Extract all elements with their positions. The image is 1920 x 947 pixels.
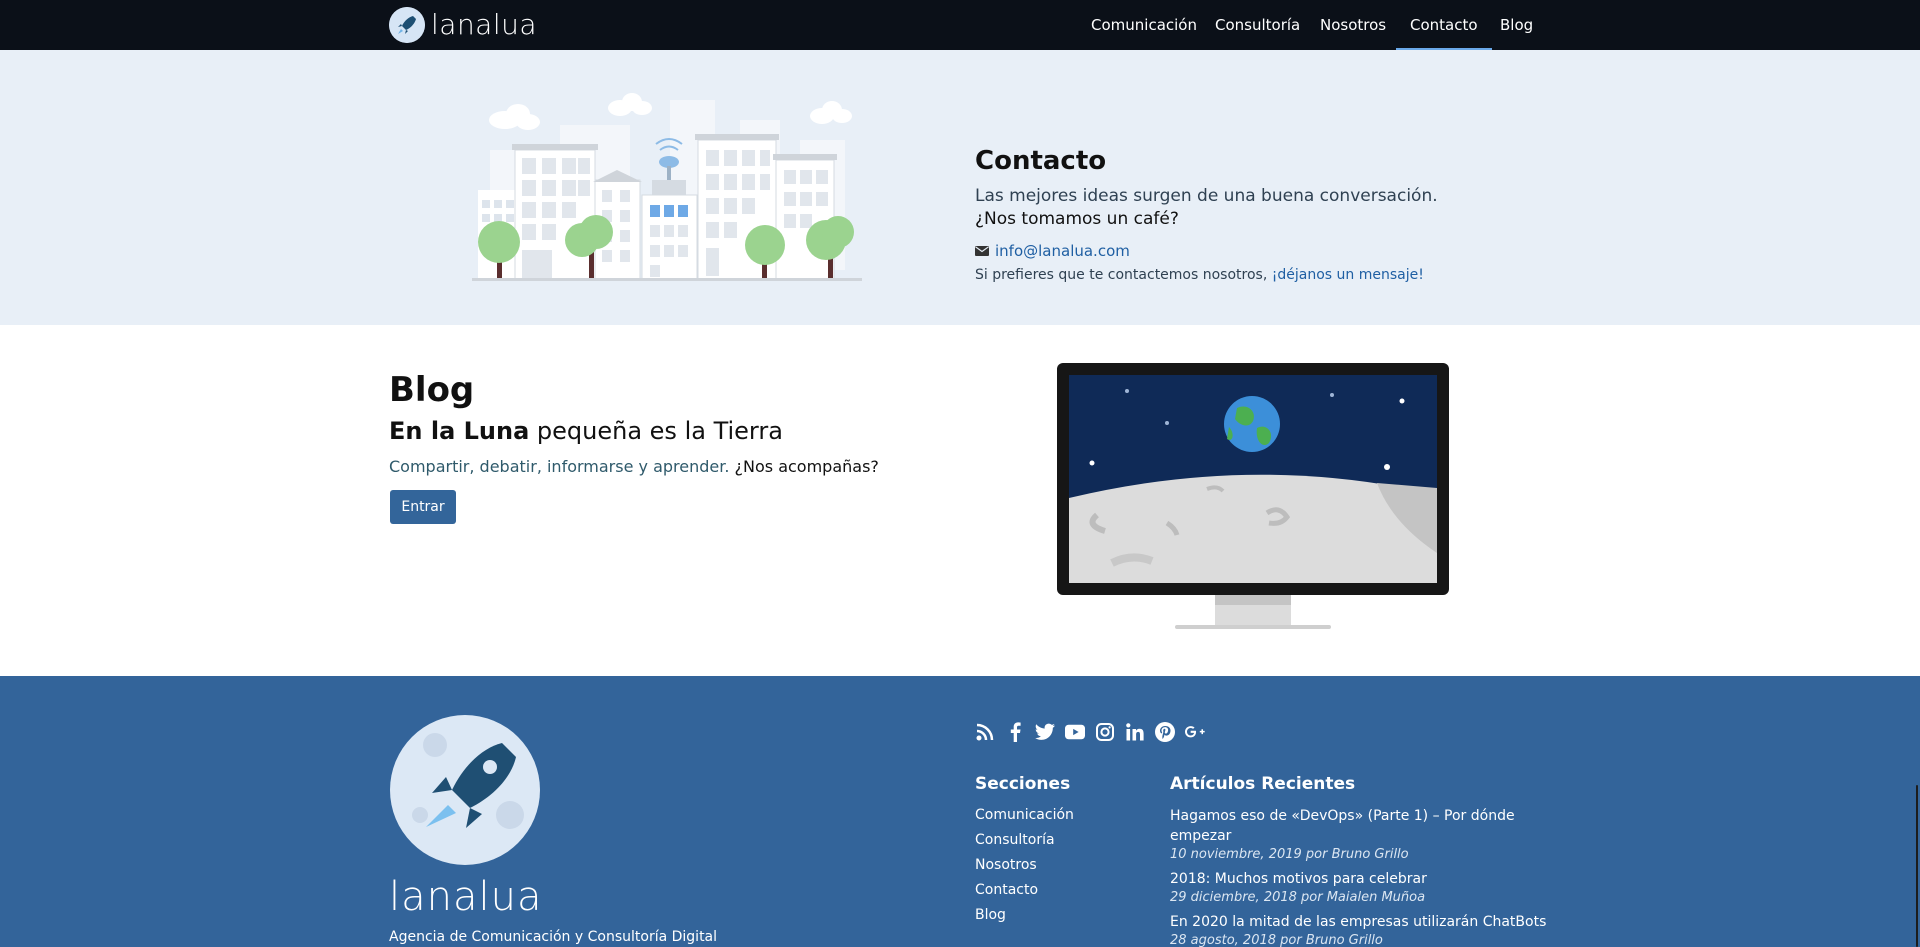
contact-email-link[interactable]: info@lanalua.com bbox=[975, 242, 1130, 260]
footer-link-comunicacion[interactable]: Comunicación bbox=[975, 806, 1074, 831]
footer-link-consultoria[interactable]: Consultoría bbox=[975, 831, 1074, 856]
list-item: 2018: Muchos motivos para celebrar 29 di… bbox=[1170, 869, 1550, 907]
youtube-icon[interactable] bbox=[1065, 722, 1085, 742]
nav-item-consultoria[interactable]: Consultoría bbox=[1215, 0, 1300, 50]
footer-tagline: Agencia de Comunicación y Consultoría Di… bbox=[389, 929, 718, 945]
page-scrollbar[interactable] bbox=[1914, 50, 1920, 947]
enter-blog-button[interactable]: Entrar bbox=[390, 490, 456, 524]
sections-heading: Secciones bbox=[975, 774, 1071, 794]
instagram-icon[interactable] bbox=[1095, 722, 1115, 742]
brand-link[interactable]: lanalua bbox=[389, 7, 537, 43]
twitter-icon[interactable] bbox=[1035, 722, 1055, 742]
blog-subtitle: En la Luna pequeña es la Tierra bbox=[389, 417, 783, 445]
rss-icon[interactable] bbox=[975, 722, 995, 742]
social-links bbox=[975, 720, 1205, 744]
blog-title: Blog bbox=[389, 370, 475, 410]
article-link[interactable]: 2018: Muchos motivos para celebrar bbox=[1170, 869, 1550, 889]
blog-subtitle-rest: pequeña es la Tierra bbox=[529, 417, 783, 445]
linkedin-icon[interactable] bbox=[1125, 722, 1145, 742]
nav-item-blog[interactable]: Blog bbox=[1500, 0, 1533, 50]
article-meta: 10 noviembre, 2019 por Bruno Grillo bbox=[1170, 847, 1409, 862]
contact-tagline: Las mejores ideas surgen de una buena co… bbox=[975, 186, 1438, 206]
article-link[interactable]: Hagamos eso de «DevOps» (Parte 1) – Por … bbox=[1170, 806, 1550, 846]
blog-question: ¿Nos acompañas? bbox=[734, 457, 879, 476]
nav-item-comunicacion[interactable]: Comunicación bbox=[1091, 0, 1197, 50]
footer-wordmark: lanalua bbox=[389, 874, 543, 920]
monitor-moon-illustration bbox=[1057, 363, 1449, 629]
city-illustration bbox=[472, 93, 862, 281]
list-item: En 2020 la mitad de las empresas utiliza… bbox=[1170, 912, 1550, 947]
scrollbar-thumb[interactable] bbox=[1916, 785, 1918, 947]
footer: lanalua Agencia de Comunicación y Consul… bbox=[0, 676, 1920, 947]
pinterest-icon[interactable] bbox=[1155, 722, 1175, 742]
blog-subtitle-bold: En la Luna bbox=[389, 417, 530, 445]
contact-note-text: Si prefieres que te contactemos nosotros… bbox=[975, 267, 1272, 283]
contact-email-text: info@lanalua.com bbox=[995, 242, 1130, 260]
blog-description-text: Compartir, debatir, informarse y aprende… bbox=[389, 457, 735, 476]
sections-list: Comunicación Consultoría Nosotros Contac… bbox=[975, 806, 1074, 931]
rocket-logo-icon bbox=[390, 715, 540, 865]
footer-link-contacto[interactable]: Contacto bbox=[975, 881, 1074, 906]
article-meta: 28 agosto, 2018 por Bruno Grillo bbox=[1170, 933, 1383, 947]
recent-articles-list: Hagamos eso de «DevOps» (Parte 1) – Por … bbox=[1170, 806, 1550, 947]
google-plus-icon[interactable] bbox=[1185, 722, 1205, 742]
article-link[interactable]: En 2020 la mitad de las empresas utiliza… bbox=[1170, 912, 1550, 932]
blog-description: Compartir, debatir, informarse y aprende… bbox=[389, 457, 879, 476]
article-meta: 29 diciembre, 2018 por Maialen Muñoa bbox=[1170, 890, 1426, 905]
footer-link-blog[interactable]: Blog bbox=[975, 906, 1074, 931]
nav-item-contacto[interactable]: Contacto bbox=[1396, 0, 1492, 50]
top-navbar: lanalua Comunicación Consultoría Nosotro… bbox=[0, 0, 1920, 50]
brand-name: lanalua bbox=[431, 8, 538, 41]
contact-question: ¿Nos tomamos un café? bbox=[975, 209, 1179, 229]
envelope-icon bbox=[975, 246, 989, 256]
nav-item-nosotros[interactable]: Nosotros bbox=[1320, 0, 1386, 50]
rocket-logo-icon bbox=[389, 7, 425, 43]
contact-title: Contacto bbox=[975, 146, 1107, 176]
list-item: Hagamos eso de «DevOps» (Parte 1) – Por … bbox=[1170, 806, 1550, 864]
recent-articles-heading: Artículos Recientes bbox=[1170, 774, 1356, 794]
contact-section: Contacto Las mejores ideas surgen de una… bbox=[0, 50, 1920, 325]
facebook-icon[interactable] bbox=[1005, 722, 1025, 742]
contact-message-link[interactable]: ¡déjanos un mensaje! bbox=[1272, 267, 1424, 283]
contact-note: Si prefieres que te contactemos nosotros… bbox=[975, 267, 1424, 283]
footer-link-nosotros[interactable]: Nosotros bbox=[975, 856, 1074, 881]
